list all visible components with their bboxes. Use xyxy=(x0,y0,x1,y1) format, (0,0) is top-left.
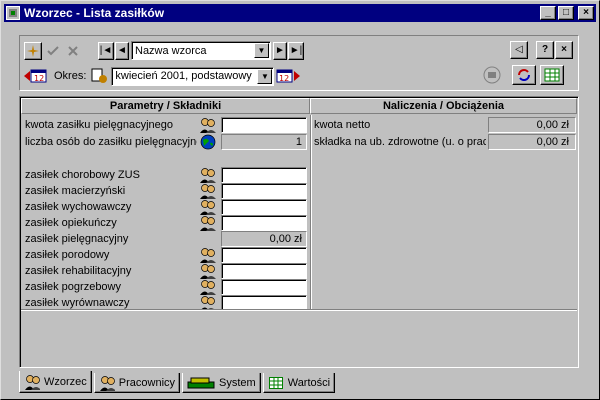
help-button[interactable]: ? xyxy=(536,41,554,59)
period-value: kwiecień 2001, podstawowy xyxy=(115,70,252,82)
tab-wzorzec[interactable]: Wzorzec xyxy=(19,371,92,393)
template-name-combo[interactable]: Nazwa wzorca ▼ xyxy=(131,41,271,60)
x-icon xyxy=(68,45,78,56)
allowance-label: zasiłek wychowawczy xyxy=(25,201,132,213)
svg-text:12: 12 xyxy=(34,74,44,83)
charges-header: Naliczenia / Obciążenia xyxy=(310,98,577,114)
chevron-down-icon[interactable]: ▼ xyxy=(254,43,269,58)
bottom-divider xyxy=(21,309,577,311)
charge-label: kwota netto xyxy=(314,119,371,131)
title-bar[interactable]: Wzorzec - Lista zasiłków _ □ × xyxy=(4,4,596,22)
charge-value: 0,00 zł xyxy=(488,117,576,133)
people-icon[interactable] xyxy=(199,183,217,199)
confirm-button[interactable] xyxy=(44,41,62,60)
toolbar-row-tools xyxy=(482,65,564,85)
nav-next-button[interactable]: ► xyxy=(273,41,287,60)
toolbar-row-period: 12 Okres: kwiecień 2001, podstawowy ▼ 12 xyxy=(24,66,301,86)
chevron-down-icon[interactable]: ▼ xyxy=(257,68,273,84)
main-window: Wzorzec - Lista zasiłków _ □ × |◄ ◄ Nazw… xyxy=(0,0,600,400)
tab-label: Pracownicy xyxy=(118,376,176,389)
print-button[interactable] xyxy=(482,65,502,85)
allowance-value-field[interactable] xyxy=(221,183,307,199)
nav-last-button[interactable]: ►| xyxy=(288,41,304,60)
allowance-label: zasiłek porodowy xyxy=(25,249,110,261)
spreadsheet-button[interactable] xyxy=(540,65,564,85)
refresh-button[interactable] xyxy=(512,65,536,85)
charge-label: składka na ub. zdrowotne (u. o pracę) xyxy=(314,136,486,148)
people-icon[interactable] xyxy=(199,117,217,133)
tab-label: Wartości xyxy=(287,376,331,389)
param-value-field: 1 xyxy=(221,134,307,150)
tab-label: Wzorzec xyxy=(44,375,87,388)
period-combo[interactable]: kwiecień 2001, podstawowy ▼ xyxy=(111,66,275,86)
period-type-icon xyxy=(90,66,110,86)
calendar-forward-icon: 12 xyxy=(276,69,301,83)
allowance-value-field[interactable] xyxy=(221,215,307,231)
close-button[interactable]: × xyxy=(578,6,594,20)
allowance-value-field[interactable] xyxy=(221,167,307,183)
sparkle-icon xyxy=(27,44,39,57)
allowance-value-field[interactable] xyxy=(221,279,307,295)
allowance-label: zasiłek pogrzebowy xyxy=(25,281,121,293)
charge-value: 0,00 zł xyxy=(488,134,576,150)
check-icon xyxy=(47,45,59,55)
people-icon[interactable] xyxy=(199,215,217,231)
toolbar-row-navigation: |◄ ◄ Nazwa wzorca ▼ ► ►| xyxy=(24,41,304,60)
param-label: liczba osób do zasiłku pielęgnacyjnego xyxy=(25,136,197,148)
window-title: Wzorzec - Lista zasiłków xyxy=(24,6,165,20)
new-button[interactable] xyxy=(24,41,42,60)
allowance-value-field[interactable] xyxy=(221,199,307,215)
app-icon[interactable] xyxy=(6,6,20,20)
books-icon xyxy=(187,376,215,390)
table-icon xyxy=(268,376,284,390)
people-icon[interactable] xyxy=(199,279,217,295)
tab-pracownicy[interactable]: Pracownicy xyxy=(93,373,181,393)
allowance-label: zasiłek opiekuńczy xyxy=(25,217,117,229)
allowance-panel: Parametry / Składniki Naliczenia / Obcią… xyxy=(19,96,579,368)
allowance-value-field[interactable] xyxy=(221,263,307,279)
allowance-label: zasiłek macierzyński xyxy=(25,185,126,197)
printer-icon xyxy=(483,66,501,84)
close-form-button[interactable]: × xyxy=(555,41,573,59)
allowance-label: zasiłek chorobowy ZUS xyxy=(25,169,140,181)
back-button[interactable]: ◁ xyxy=(510,41,528,59)
allowance-label: zasiłek pielęgnacyjny xyxy=(25,233,129,245)
cancel-edit-button[interactable] xyxy=(64,41,82,60)
people-icon[interactable] xyxy=(199,167,217,183)
tab-system[interactable]: System xyxy=(182,373,261,393)
calendar-prev-button[interactable]: 12 xyxy=(24,66,48,86)
calendar-next-button[interactable]: 12 xyxy=(276,66,301,86)
toolbar-panel: |◄ ◄ Nazwa wzorca ▼ ► ►| ◁ ? × 12 Okres:… xyxy=(19,35,579,91)
tab-label: System xyxy=(219,376,256,389)
param-value-field[interactable] xyxy=(221,117,307,133)
allowance-value-field[interactable] xyxy=(221,247,307,263)
refresh-icon xyxy=(518,69,530,81)
people-icon xyxy=(99,375,115,391)
people-icon[interactable] xyxy=(199,263,217,279)
tab-bar: Wzorzec Pracownicy System Wartości xyxy=(19,371,337,395)
allowance-value-field: 0,00 zł xyxy=(221,231,307,247)
globe-icon[interactable] xyxy=(199,134,217,150)
nav-prev-button[interactable]: ◄ xyxy=(115,41,129,60)
people-icon[interactable] xyxy=(199,199,217,215)
param-label: kwota zasiłku pielęgnacyjnego xyxy=(25,119,173,131)
column-divider xyxy=(310,115,312,309)
people-icon[interactable] xyxy=(199,247,217,263)
svg-text:12: 12 xyxy=(279,74,289,83)
minimize-button[interactable]: _ xyxy=(540,6,556,20)
maximize-button[interactable]: □ xyxy=(558,6,574,20)
spreadsheet-icon xyxy=(544,68,560,82)
allowance-label: zasiłek rehabilitacyjny xyxy=(25,265,132,277)
template-name-value: Nazwa wzorca xyxy=(135,44,207,57)
params-header: Parametry / Składniki xyxy=(21,98,310,114)
toolbar-row-actions: ◁ ? × xyxy=(510,41,573,59)
nav-first-button[interactable]: |◄ xyxy=(98,41,114,60)
calendar-back-icon: 12 xyxy=(24,69,47,83)
okres-label: Okres: xyxy=(54,70,87,82)
people-icon xyxy=(24,374,40,390)
tab-wartosci[interactable]: Wartości xyxy=(262,373,336,393)
